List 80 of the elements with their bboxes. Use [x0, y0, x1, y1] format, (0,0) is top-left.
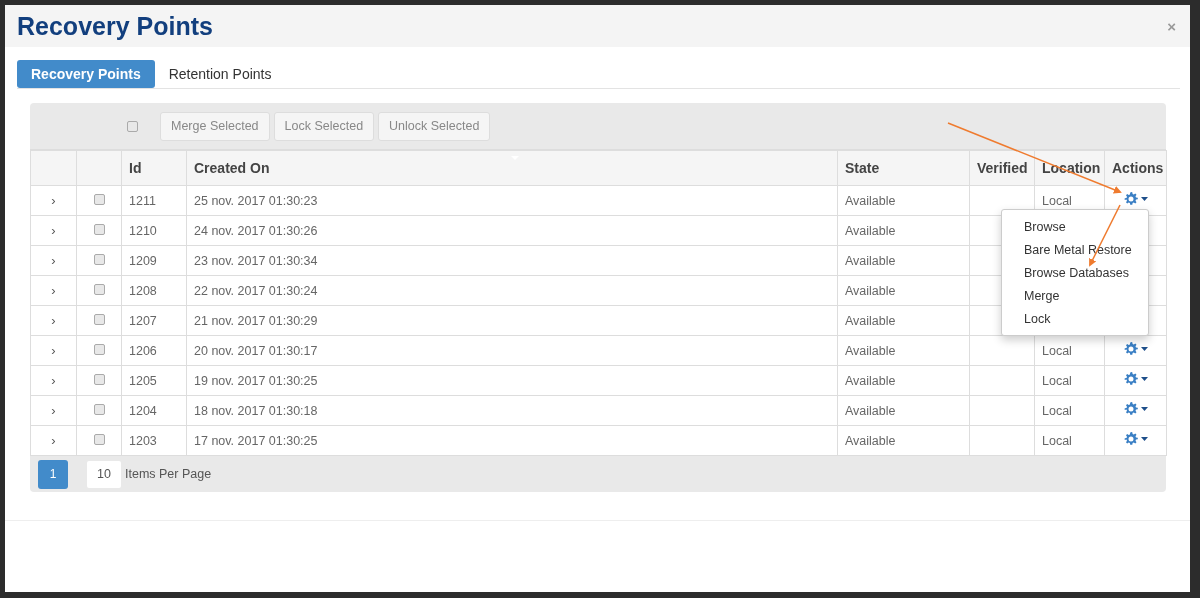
expand-button[interactable]: ›	[51, 403, 56, 418]
table-cell: Available	[837, 425, 970, 456]
select-all-checkbox[interactable]	[127, 120, 138, 132]
table-cell: 25 nov. 2017 01:30:23	[186, 185, 838, 216]
caret-icon	[1141, 197, 1148, 201]
table-cell: Available	[837, 215, 970, 246]
table-cell: Available	[837, 365, 970, 396]
table-cell: Available	[837, 395, 970, 426]
table-cell: 24 nov. 2017 01:30:26	[186, 215, 838, 246]
row-checkbox[interactable]	[93, 253, 105, 265]
table-cell: Available	[837, 275, 970, 306]
table-cell: 1205	[121, 365, 187, 396]
actions-button[interactable]	[1123, 401, 1148, 417]
table-cell: Local	[1034, 395, 1105, 426]
expand-button[interactable]: ›	[51, 283, 56, 298]
page-size-label: Items Per Page	[125, 467, 212, 481]
expand-button[interactable]: ›	[51, 313, 56, 328]
expand-button[interactable]: ›	[51, 433, 56, 448]
table-cell: 1208	[121, 275, 187, 306]
table-cell: 1207	[121, 305, 187, 336]
window-title: Recovery Points	[17, 11, 213, 41]
column-header[interactable]: Created On	[186, 150, 838, 186]
table-cell: 23 nov. 2017 01:30:34	[186, 245, 838, 276]
row-checkbox[interactable]	[93, 193, 105, 205]
menu-item[interactable]: Merge	[1002, 284, 1148, 307]
table-cell: 1211	[121, 185, 187, 216]
actions-button[interactable]	[1123, 371, 1148, 387]
table-cell: Local	[1034, 335, 1105, 366]
caret-icon	[1141, 407, 1148, 411]
column-header[interactable]: Id	[121, 150, 187, 186]
table-cell: 21 nov. 2017 01:30:29	[186, 305, 838, 336]
page-size-field[interactable]: 10	[87, 460, 121, 488]
column-header[interactable]: Verified	[969, 150, 1035, 186]
table-cell: 1203	[121, 425, 187, 456]
gear-icon	[1123, 401, 1139, 417]
expand-button[interactable]: ›	[51, 193, 56, 208]
row-checkbox[interactable]	[93, 223, 105, 235]
table-cell: 1204	[121, 395, 187, 426]
menu-item[interactable]: Browse Databases	[1002, 261, 1148, 284]
gear-icon	[1123, 431, 1139, 447]
column-header[interactable]: Actions	[1104, 150, 1167, 186]
table-cell: 22 nov. 2017 01:30:24	[186, 275, 838, 306]
column-header[interactable]: State	[837, 150, 970, 186]
row-checkbox[interactable]	[93, 313, 105, 325]
expand-button[interactable]: ›	[51, 253, 56, 268]
table-cell: Local	[1034, 425, 1105, 456]
table-cell: Local	[1034, 365, 1105, 396]
row-checkbox[interactable]	[93, 343, 105, 355]
tab[interactable]: Recovery Points	[17, 60, 155, 88]
row-checkbox[interactable]	[93, 283, 105, 295]
expand-button[interactable]: ›	[51, 343, 56, 358]
tab[interactable]: Retention Points	[154, 60, 286, 88]
gear-icon	[1123, 341, 1139, 357]
row-checkbox[interactable]	[93, 373, 105, 385]
table-cell: 20 nov. 2017 01:30:17	[186, 335, 838, 366]
table-cell: 17 nov. 2017 01:30:25	[186, 425, 838, 456]
table-cell: 18 nov. 2017 01:30:18	[186, 395, 838, 426]
menu-item[interactable]: Browse	[1002, 215, 1148, 238]
table-cell: Available	[837, 335, 970, 366]
actions-button[interactable]	[1123, 191, 1148, 207]
row-checkbox[interactable]	[93, 433, 105, 445]
caret-icon	[1141, 377, 1148, 381]
gear-icon	[1123, 191, 1139, 207]
gear-icon	[1123, 371, 1139, 387]
page-button[interactable]: 1	[38, 459, 68, 489]
expand-button[interactable]: ›	[51, 223, 56, 238]
table-cell: Available	[837, 245, 970, 276]
row-checkbox[interactable]	[93, 403, 105, 415]
actions-button[interactable]	[1123, 431, 1148, 447]
table-cell: 1210	[121, 215, 187, 246]
menu-item[interactable]: Lock	[1002, 307, 1148, 330]
caret-icon	[1141, 347, 1148, 351]
table-cell: 19 nov. 2017 01:30:25	[186, 365, 838, 396]
expand-button[interactable]: ›	[51, 373, 56, 388]
table-cell: 1209	[121, 245, 187, 276]
table-cell: Available	[837, 305, 970, 336]
table-cell: 1206	[121, 335, 187, 366]
table-cell: Available	[837, 185, 970, 216]
caret-icon	[1141, 437, 1148, 441]
actions-button[interactable]	[1123, 341, 1148, 357]
